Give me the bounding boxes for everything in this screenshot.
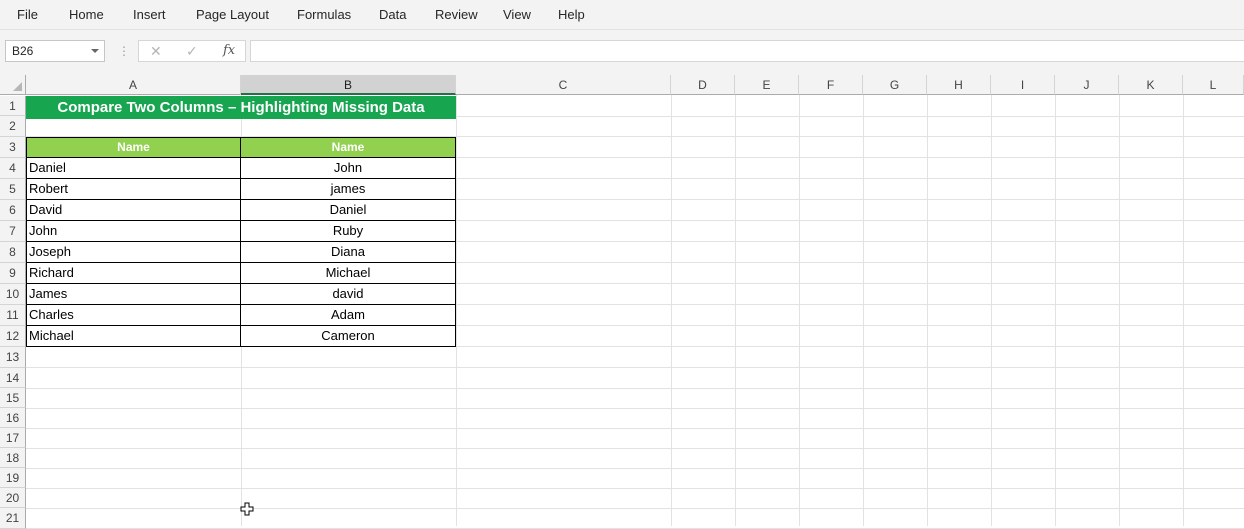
more-vertical-icon[interactable]: ⋮ bbox=[118, 44, 130, 58]
formula-buttons: ✕ ✓ fx bbox=[138, 40, 246, 62]
cell-a10[interactable]: James bbox=[26, 284, 241, 305]
row-header-4[interactable]: 4 bbox=[0, 158, 26, 179]
chevron-down-icon[interactable] bbox=[91, 49, 99, 53]
cell-b6[interactable]: Daniel bbox=[241, 200, 456, 221]
column-header-e[interactable]: E bbox=[735, 75, 799, 95]
row-header-3[interactable]: 3 bbox=[0, 137, 26, 158]
formula-input[interactable] bbox=[250, 40, 1244, 62]
gridline-h bbox=[26, 367, 1244, 368]
enter-icon[interactable]: ✓ bbox=[186, 43, 198, 60]
spreadsheet-grid[interactable]: A B C D E F G H I J K L 1 2 3 4 5 6 7 8 9 10 11 12 13 14 15 16 17 18 1… bbox=[0, 75, 1244, 529]
menu-file[interactable]: File bbox=[17, 7, 38, 22]
menu-review[interactable]: Review bbox=[435, 7, 478, 22]
cell-b5[interactable]: james bbox=[241, 179, 456, 200]
name-box-value: B26 bbox=[12, 44, 34, 58]
gridline-v bbox=[799, 95, 800, 526]
cell-b4[interactable]: John bbox=[241, 158, 456, 179]
row-header-12[interactable]: 12 bbox=[0, 326, 26, 347]
menu-page-layout[interactable]: Page Layout bbox=[196, 7, 269, 22]
gridline-v bbox=[991, 95, 992, 526]
cell-a5[interactable]: Robert bbox=[26, 179, 241, 200]
row-header-19[interactable]: 19 bbox=[0, 468, 26, 488]
gridline-v bbox=[1119, 95, 1120, 526]
cell-b12[interactable]: Cameron bbox=[241, 326, 456, 347]
select-all-corner[interactable] bbox=[0, 75, 26, 95]
select-all-icon bbox=[13, 82, 22, 91]
menu-view[interactable]: View bbox=[503, 7, 531, 22]
cell-b7[interactable]: Ruby bbox=[241, 221, 456, 242]
gridline-v bbox=[735, 95, 736, 526]
menu-home[interactable]: Home bbox=[69, 7, 104, 22]
row-header-2[interactable]: 2 bbox=[0, 116, 26, 137]
header-cell-b[interactable]: Name bbox=[241, 137, 456, 158]
row-header-18[interactable]: 18 bbox=[0, 448, 26, 468]
cell-a12[interactable]: Michael bbox=[26, 326, 241, 347]
column-header-b[interactable]: B bbox=[241, 75, 456, 95]
cell-cursor-icon bbox=[240, 502, 254, 516]
row-header-20[interactable]: 20 bbox=[0, 488, 26, 508]
formula-bar-area: B26 ⋮ ✕ ✓ fx bbox=[0, 30, 1244, 75]
gridline-v bbox=[456, 95, 457, 526]
cancel-icon[interactable]: ✕ bbox=[150, 43, 162, 60]
row-header-8[interactable]: 8 bbox=[0, 242, 26, 263]
insert-function-icon[interactable]: fx bbox=[223, 43, 235, 58]
gridline-h bbox=[26, 448, 1244, 449]
cell-b9[interactable]: Michael bbox=[241, 263, 456, 284]
gridline-h bbox=[26, 408, 1244, 409]
row-header-16[interactable]: 16 bbox=[0, 408, 26, 428]
gridline-h bbox=[26, 488, 1244, 489]
cell-a11[interactable]: Charles bbox=[26, 305, 241, 326]
cell-a8[interactable]: Joseph bbox=[26, 242, 241, 263]
row-header-1[interactable]: 1 bbox=[0, 96, 26, 116]
column-header-f[interactable]: F bbox=[799, 75, 863, 95]
menu-help[interactable]: Help bbox=[558, 7, 585, 22]
cell-b11[interactable]: Adam bbox=[241, 305, 456, 326]
column-header-j[interactable]: J bbox=[1055, 75, 1119, 95]
row-header-9[interactable]: 9 bbox=[0, 263, 26, 284]
gridline-v bbox=[1055, 95, 1056, 526]
gridline-h bbox=[26, 508, 1244, 509]
column-header-g[interactable]: G bbox=[863, 75, 927, 95]
row-header-14[interactable]: 14 bbox=[0, 368, 26, 388]
cell-b8[interactable]: Diana bbox=[241, 242, 456, 263]
row-header-7[interactable]: 7 bbox=[0, 221, 26, 242]
sheet-title-cell[interactable]: Compare Two Columns – Highlighting Missi… bbox=[26, 96, 456, 119]
cell-a4[interactable]: Daniel bbox=[26, 158, 241, 179]
ribbon-menu-bar: File Home Insert Page Layout Formulas Da… bbox=[0, 0, 1244, 30]
row-header-5[interactable]: 5 bbox=[0, 179, 26, 200]
row-header-6[interactable]: 6 bbox=[0, 200, 26, 221]
row-header-13[interactable]: 13 bbox=[0, 347, 26, 368]
gridline-v bbox=[671, 95, 672, 526]
gridline-v bbox=[927, 95, 928, 526]
row-header-17[interactable]: 17 bbox=[0, 428, 26, 448]
cell-a7[interactable]: John bbox=[26, 221, 241, 242]
menu-data[interactable]: Data bbox=[379, 7, 406, 22]
column-header-a[interactable]: A bbox=[26, 75, 241, 95]
column-header-l[interactable]: L bbox=[1183, 75, 1244, 95]
cell-a6[interactable]: David bbox=[26, 200, 241, 221]
header-cell-a[interactable]: Name bbox=[26, 137, 241, 158]
cell-b10[interactable]: david bbox=[241, 284, 456, 305]
column-header-d[interactable]: D bbox=[671, 75, 735, 95]
column-header-k[interactable]: K bbox=[1119, 75, 1183, 95]
gridline-v bbox=[863, 95, 864, 526]
menu-insert[interactable]: Insert bbox=[133, 7, 166, 22]
gridline-v bbox=[1183, 95, 1184, 526]
row-header-10[interactable]: 10 bbox=[0, 284, 26, 305]
menu-formulas[interactable]: Formulas bbox=[297, 7, 351, 22]
name-box[interactable]: B26 bbox=[5, 40, 105, 62]
row-header-15[interactable]: 15 bbox=[0, 388, 26, 408]
gridline-h bbox=[26, 428, 1244, 429]
column-header-i[interactable]: I bbox=[991, 75, 1055, 95]
column-header-c[interactable]: C bbox=[456, 75, 671, 95]
column-header-h[interactable]: H bbox=[927, 75, 991, 95]
gridline-h bbox=[26, 388, 1244, 389]
cell-a9[interactable]: Richard bbox=[26, 263, 241, 284]
gridline-h bbox=[26, 468, 1244, 469]
row-header-11[interactable]: 11 bbox=[0, 305, 26, 326]
